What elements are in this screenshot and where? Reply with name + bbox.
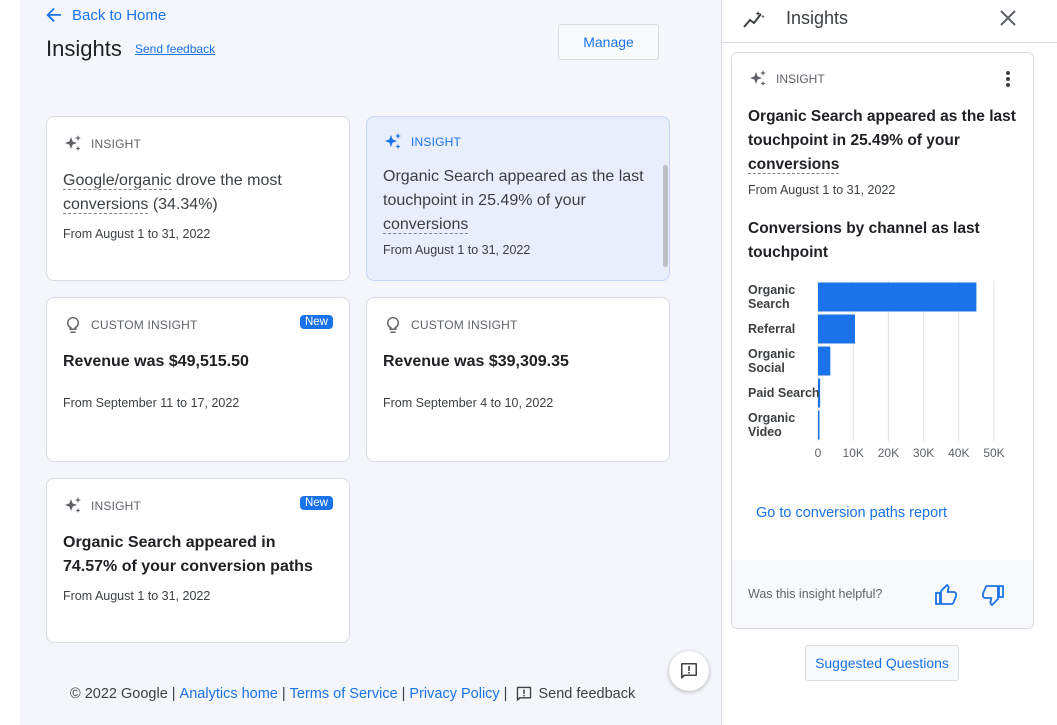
category-label: Organic Video	[748, 411, 795, 439]
card-scrollbar[interactable]	[663, 165, 668, 267]
feedback-fab-button[interactable]	[669, 651, 709, 691]
headline-text: drove the most	[171, 172, 282, 189]
metric-term[interactable]: conversions	[383, 216, 469, 234]
main-content: Back to Home Insights Send feedback Mana…	[20, 0, 721, 725]
insights-trend-icon	[743, 11, 765, 28]
sparkle-icon	[65, 135, 81, 151]
sparkle-icon	[750, 70, 766, 86]
insight-kind: CUSTOM INSIGHT	[383, 315, 518, 335]
separator: |	[171, 686, 176, 702]
insight-kind: CUSTOM INSIGHT	[63, 315, 198, 335]
bar	[818, 346, 831, 376]
insight-date: From August 1 to 31, 2022	[748, 183, 896, 197]
insight-kind: INSIGHT	[383, 132, 461, 152]
insight-kind-label: INSIGHT	[411, 135, 462, 149]
insight-headline: Revenue was $39,309.35	[383, 353, 569, 370]
thumbs-down-icon[interactable]	[981, 583, 1005, 607]
sparkle-icon	[65, 497, 81, 513]
insight-kind: INSIGHT	[63, 134, 141, 154]
insight-headline: Organic Search appeared in 74.57% of you…	[63, 534, 313, 575]
insight-kind: INSIGHT	[63, 496, 141, 516]
thumbs-up-icon[interactable]	[934, 583, 958, 607]
helpful-question: Was this insight helpful?	[748, 587, 883, 601]
bar	[818, 282, 977, 312]
insight-headline: Google/organic drove the most conversion…	[63, 169, 333, 217]
panel-divider	[721, 0, 722, 725]
x-tick-label: 20K	[878, 446, 899, 460]
manage-button[interactable]: Manage	[558, 24, 659, 60]
x-tick-label: 10K	[843, 446, 864, 460]
feedback-icon	[517, 686, 532, 702]
x-tick-label: 30K	[913, 446, 934, 460]
category-label: Paid Search	[748, 386, 820, 400]
insight-date: From August 1 to 31, 2022	[63, 227, 211, 241]
insight-kind-label: INSIGHT	[91, 499, 142, 513]
insight-date: From September 11 to 17, 2022	[63, 396, 240, 410]
separator: |	[503, 686, 508, 702]
headline-text: Organic Search appeared as the last touc…	[383, 168, 644, 209]
insight-kind-label: INSIGHT	[776, 72, 825, 86]
dimension-term[interactable]: Google/organic	[63, 172, 172, 190]
lightbulb-icon	[66, 316, 80, 333]
footer: © 2022 Google | Analytics home | Terms o…	[70, 685, 635, 703]
insight-card-selected[interactable]: INSIGHT Organic Search appeared as the l…	[366, 116, 670, 281]
insight-kind-label: CUSTOM INSIGHT	[411, 318, 518, 332]
headline-text: Organic Search appeared as the last touc…	[748, 108, 1016, 149]
terms-link[interactable]: Terms of Service	[290, 686, 398, 702]
separator: |	[281, 686, 286, 702]
back-to-home-label: Back to Home	[72, 6, 167, 24]
feedback-icon	[681, 663, 697, 679]
insight-kind-label: INSIGHT	[91, 137, 142, 151]
category-label: Organic Social	[748, 347, 795, 375]
footer-send-feedback[interactable]: Send feedback	[511, 685, 635, 703]
custom-insight-card[interactable]: CUSTOM INSIGHT Revenue was $39,309.35 Fr…	[366, 297, 670, 462]
lightbulb-icon	[386, 316, 400, 333]
insight-date: From August 1 to 31, 2022	[63, 589, 211, 603]
insight-headline: Organic Search appeared as the last touc…	[383, 165, 645, 237]
page-title: Insights	[46, 36, 122, 61]
insights-panel-header: Insights	[722, 0, 1057, 43]
bar	[818, 410, 820, 440]
x-tick-label: 40K	[948, 446, 969, 460]
suggested-questions-button[interactable]: Suggested Questions	[805, 645, 959, 681]
footer-send-feedback-label: Send feedback	[538, 686, 636, 702]
separator: |	[401, 686, 406, 702]
headline-text: (34.34%)	[148, 196, 218, 213]
panel-title: Insights	[786, 8, 849, 28]
insight-card[interactable]: INSIGHT Google/organic drove the most co…	[46, 116, 350, 281]
custom-insight-card[interactable]: CUSTOM INSIGHT New Revenue was $49,515.5…	[46, 297, 350, 462]
back-to-home-link[interactable]: Back to Home	[46, 5, 166, 25]
insight-headline: Organic Search appeared as the last touc…	[748, 105, 1018, 177]
insight-date: From August 1 to 31, 2022	[383, 243, 531, 257]
new-badge: New	[299, 315, 333, 329]
metric-term[interactable]: conversions	[63, 196, 149, 214]
arrow-back-icon	[46, 7, 61, 23]
insight-detail-card: INSIGHT Organic Search appeared as the l…	[731, 52, 1034, 629]
x-tick-label: 0	[815, 446, 822, 460]
privacy-link[interactable]: Privacy Policy	[409, 686, 499, 702]
close-icon[interactable]	[998, 8, 1018, 28]
chart-title: Conversions by channel as last touchpoin…	[748, 220, 980, 261]
analytics-home-link[interactable]: Analytics home	[180, 686, 278, 702]
x-tick-label: 50K	[983, 446, 1004, 460]
conversions-bar-chart: 0 10K 20K 30K 40K 50K Organic Search Referral Org…	[748, 281, 1005, 460]
new-badge: New	[299, 496, 333, 510]
send-feedback-link[interactable]: Send feedback	[135, 42, 215, 56]
insight-kind-label: CUSTOM INSIGHT	[91, 318, 198, 332]
conversion-paths-report-link[interactable]: Go to conversion paths report	[756, 505, 947, 521]
sparkle-icon	[385, 133, 401, 149]
insight-kind: INSIGHT	[748, 69, 825, 89]
metric-term[interactable]: conversions	[748, 156, 840, 174]
insight-date: From September 4 to 10, 2022	[383, 396, 554, 410]
category-label: Organic Search	[748, 283, 795, 311]
copyright: © 2022 Google	[70, 686, 168, 702]
more-vert-icon[interactable]	[1005, 69, 1011, 89]
insight-card[interactable]: INSIGHT New Organic Search appeared in 7…	[46, 478, 350, 643]
insight-headline: Revenue was $49,515.50	[63, 353, 249, 370]
bar	[818, 314, 855, 344]
category-label: Referral	[748, 322, 795, 336]
